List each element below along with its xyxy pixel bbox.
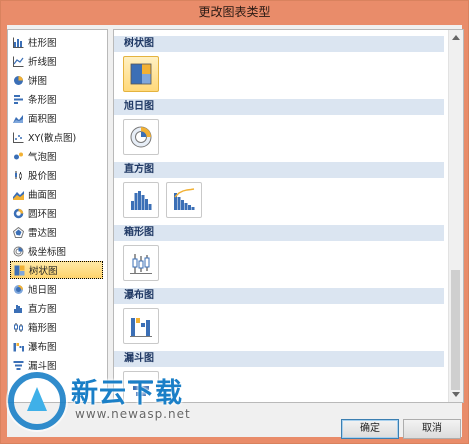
sidebar-item-label: 雷达图 [28,228,57,239]
sidebar-item-waterfall[interactable]: 瀑布图 [10,337,106,355]
watermark-brand: 新云下载 [71,378,183,409]
treemap-thumb[interactable] [123,56,159,92]
sidebar-item-label: 折线图 [28,57,57,68]
section-header-boxplot: 箱形图 [114,225,444,241]
sidebar-item-histogram[interactable]: 直方图 [10,299,106,317]
chart-subtype-gallery: 树状图 旭日图 直方图 箱形图 瀑布图 漏斗图 [113,29,464,403]
section-header-funnel: 漏斗图 [114,351,444,367]
pie-chart-icon [14,75,23,85]
scatter-chart-icon [13,132,24,143]
sidebar-item-label: 面积图 [28,114,57,125]
sidebar-item-label: 饼图 [28,76,48,87]
pareto-preview-icon [174,188,195,210]
sidebar-item-label: 股价图 [28,171,57,182]
scroll-up-icon[interactable] [452,35,460,40]
sidebar-item-pie[interactable]: 饼图 [10,71,106,89]
scrollbar-thumb[interactable] [451,270,460,390]
scroll-down-icon[interactable] [452,392,460,397]
radar-chart-icon [13,226,24,238]
sidebar-item-label: 曲面图 [28,190,57,201]
polar-chart-icon [13,246,24,256]
sidebar-item-scatter[interactable]: XY(散点图) [10,128,106,146]
surface-chart-icon [13,190,24,200]
waterfall-chart-icon [13,342,24,351]
bar-chart-icon [14,94,23,104]
sidebar-item-doughnut[interactable]: 圆环图 [10,204,106,222]
sidebar-item-label: 箱形图 [28,323,57,334]
cancel-button[interactable]: 取消 [403,419,461,439]
treemap-preview-icon [130,63,152,85]
sidebar-item-label: 条形图 [28,95,57,106]
column-chart-icon [13,37,24,48]
sidebar-item-label: 直方图 [28,304,57,315]
sidebar-item-bar[interactable]: 条形图 [10,90,106,108]
sidebar-item-sunburst[interactable]: 旭日图 [10,280,106,298]
sidebar-item-label: 极坐标图 [28,247,67,258]
watermark-logo-icon [6,370,68,432]
doughnut-chart-icon [13,208,24,218]
histogram-chart-icon [14,304,22,313]
ok-button[interactable]: 确定 [341,419,399,439]
sidebar-item-column[interactable]: 柱形图 [10,33,106,51]
sidebar-item-label: 圆环图 [28,209,57,220]
treemap-chart-icon [14,265,25,275]
histogram-thumb[interactable] [123,182,159,218]
change-chart-type-dialog: 更改图表类型 柱形图 折线图 饼图 条形图 面积图 XY(散点图) 气泡图 股价… [0,0,469,444]
sunburst-chart-icon [14,284,23,294]
boxplot-thumb[interactable] [123,245,159,281]
sidebar-item-bubble[interactable]: 气泡图 [10,147,106,165]
sidebar-item-area[interactable]: 面积图 [10,109,106,127]
sidebar-item-label: 旭日图 [28,285,57,296]
watermark: 新云下载 www.newasp.net [1,367,241,437]
section-header-waterfall: 瀑布图 [114,288,444,304]
boxplot-chart-icon [14,322,23,332]
histogram-preview-icon [131,191,152,210]
section-header-treemap: 树状图 [114,36,444,52]
sunburst-preview-icon [130,126,152,148]
sidebar-item-boxplot[interactable]: 箱形图 [10,318,106,336]
chart-type-list: 柱形图 折线图 饼图 条形图 面积图 XY(散点图) 气泡图 股价图 曲面图 圆… [7,29,108,403]
boxplot-preview-icon [130,254,152,274]
sidebar-item-label: 树状图 [29,266,58,277]
watermark-url: www.newasp.net [75,407,191,421]
sidebar-item-line[interactable]: 折线图 [10,52,106,70]
bubble-chart-icon [14,152,23,159]
line-chart-icon [13,56,24,67]
sidebar-item-label: 气泡图 [28,152,57,163]
sunburst-thumb[interactable] [123,119,159,155]
section-header-sunburst: 旭日图 [114,99,444,115]
area-chart-icon [13,114,23,123]
sidebar-item-radar[interactable]: 雷达图 [10,223,106,241]
stock-chart-icon [15,170,22,180]
sidebar-item-surface[interactable]: 曲面图 [10,185,106,203]
gallery-scrollbar[interactable] [448,30,463,402]
sidebar-item-label: 瀑布图 [28,342,57,353]
section-header-histogram: 直方图 [114,162,444,178]
dialog-title: 更改图表类型 [198,5,271,19]
sidebar-item-treemap[interactable]: 树状图 [10,261,103,279]
sidebar-item-stock[interactable]: 股价图 [10,166,106,184]
waterfall-thumb[interactable] [123,308,159,344]
pareto-thumb[interactable] [166,182,202,218]
waterfall-preview-icon [130,318,152,337]
sidebar-item-label: XY(散点图) [28,133,77,144]
sidebar-item-polar[interactable]: 极坐标图 [10,242,106,260]
sidebar-item-label: 柱形图 [28,38,57,49]
